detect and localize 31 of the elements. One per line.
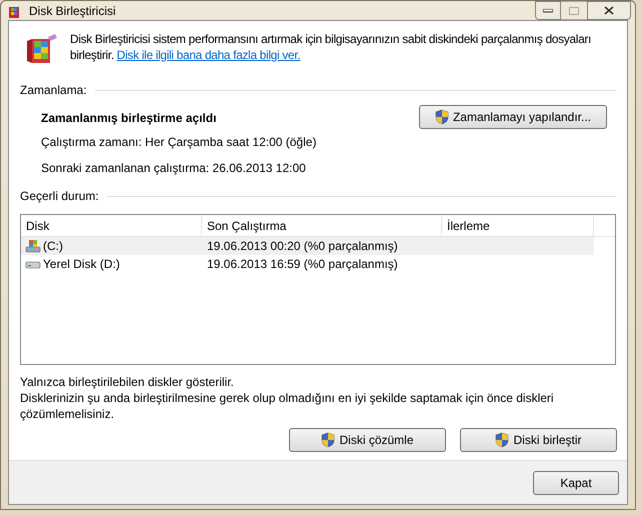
window-title: Disk Birleştiricisi bbox=[29, 2, 116, 20]
info-text: Disklerinizin şu anda birleştirilmesine gerek olup olmadığını en iyi şekilde saptamak için önce diskleri çözümlemelisiniz. bbox=[20, 390, 555, 422]
section-heading: Zamanlama: bbox=[20, 82, 87, 99]
analyze-disk-button[interactable]: Diski çözümle bbox=[289, 428, 446, 452]
minimize-button[interactable] bbox=[535, 1, 561, 20]
info-text: Yalnızca birleştirilebilen diskler gösterilir. bbox=[20, 374, 235, 390]
close-dialog-button[interactable]: Kapat bbox=[533, 470, 619, 494]
shield-icon bbox=[434, 109, 449, 125]
maximize-icon bbox=[569, 6, 579, 14]
close-icon bbox=[604, 6, 614, 15]
column-header[interactable]: Disk bbox=[21, 215, 202, 236]
disk-name: (C:) bbox=[43, 238, 63, 255]
learn-more-link[interactable]: Disk ile ilgili bana daha fazla bilgi ver. bbox=[116, 48, 300, 62]
run-time-text: Çalıştırma zamanı: Her Çarşamba saat 12:00 (öğle) bbox=[41, 134, 316, 151]
shield-icon bbox=[321, 432, 336, 448]
system-drive-icon bbox=[25, 238, 41, 254]
section-heading: Geçerli durum: bbox=[20, 188, 99, 205]
intro-text: Disk Birleştiricisi sistem performansını artırmak için bilgisayarınızın sabit diskindeki parçalanmış dosyaları birleştirir. Disk ile ilgili bana daha fazla bilgi ver. bbox=[70, 31, 592, 64]
configure-schedule-button[interactable]: Zamanlamayı yapılandır... bbox=[419, 105, 607, 129]
next-run-text: Sonraki zamanlanan çalıştırma: 26.06.2013 12:00 bbox=[41, 160, 307, 177]
shield-icon bbox=[495, 432, 510, 448]
disk-row[interactable]: (C:) 19.06.2013 00:20 (%0 parçalanmış) bbox=[21, 237, 594, 255]
minimize-icon bbox=[543, 8, 553, 12]
defragment-disk-button[interactable]: Diski birleştir bbox=[460, 428, 617, 452]
schedule-status: Zamanlanmış birleştirme açıldı bbox=[41, 110, 218, 127]
column-header[interactable]: İlerleme bbox=[442, 215, 594, 236]
last-run-cell-text: 19.06.2013 00:20 (%0 parçalanmış) bbox=[206, 238, 398, 255]
disk-name: Yerel Disk (D:) bbox=[43, 256, 120, 273]
last-run-cell-text: 19.06.2013 16:59 (%0 parçalanmış) bbox=[206, 256, 398, 273]
close-button[interactable] bbox=[587, 1, 631, 20]
column-header[interactable]: Son Çalıştırma bbox=[202, 215, 442, 236]
